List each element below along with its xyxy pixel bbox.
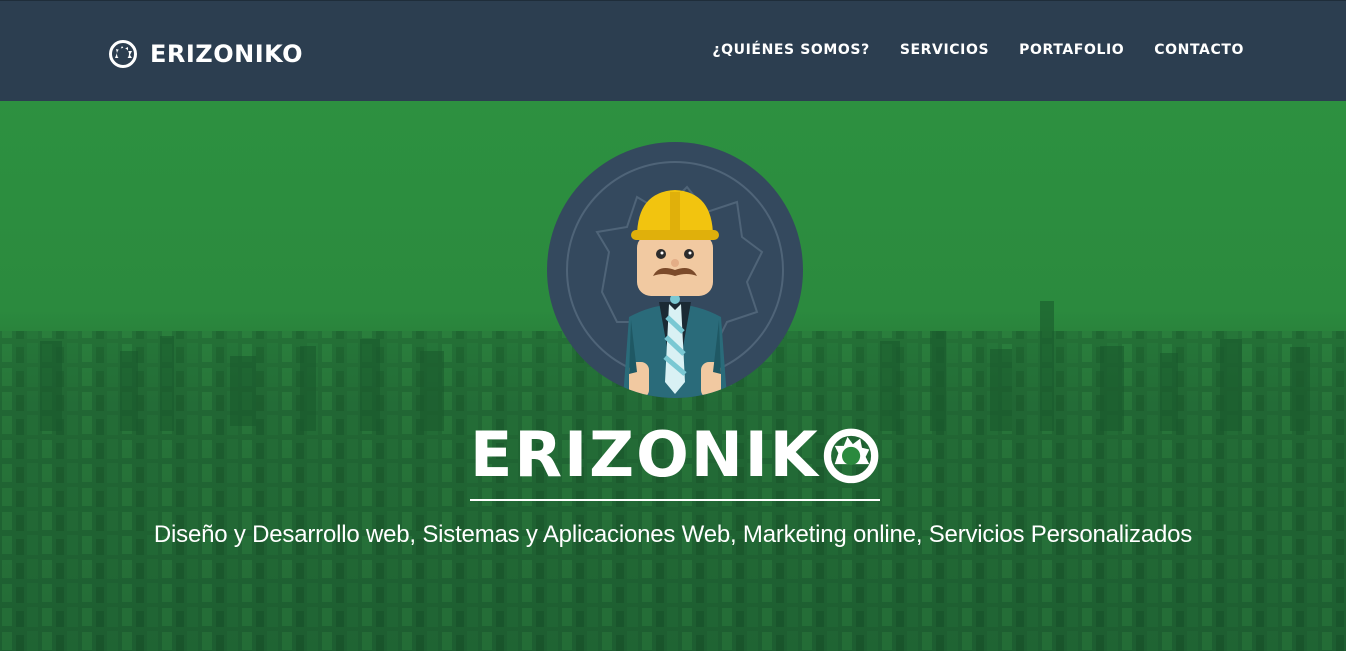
nav-link-quienes-somos[interactable]: ¿QUIÉNES SOMOS? bbox=[712, 42, 869, 58]
nav-item-contacto: CONTACTO bbox=[1154, 41, 1244, 59]
nav-item-portafolio: PORTAFOLIO bbox=[1019, 41, 1124, 59]
nav-item-servicios: SERVICIOS bbox=[900, 41, 989, 59]
construction-worker-avatar bbox=[547, 142, 803, 398]
hedgehog-o-icon bbox=[823, 428, 879, 484]
hero-divider bbox=[470, 499, 880, 501]
brand-link[interactable]: ERIZONIKO bbox=[108, 38, 303, 70]
hero-title-text: ERIZONIK bbox=[470, 418, 820, 491]
hedgehog-logo-icon bbox=[109, 40, 137, 68]
main-nav: ¿QUIÉNES SOMOS? SERVICIOS PORTAFOLIO CON… bbox=[712, 41, 1244, 59]
hero-title: ERIZONIK bbox=[470, 419, 880, 491]
nav-link-contacto[interactable]: CONTACTO bbox=[1154, 42, 1244, 58]
nav-link-servicios[interactable]: SERVICIOS bbox=[900, 42, 989, 58]
hero-section: ERIZONIK Diseño y Desarrollo web, Sistem… bbox=[0, 101, 1346, 651]
hero-subtitle: Diseño y Desarrollo web, Sistemas y Apli… bbox=[153, 521, 1193, 548]
brand-name: ERIZONIKO bbox=[150, 40, 304, 68]
nav-item-quienes-somos: ¿QUIÉNES SOMOS? bbox=[712, 41, 869, 59]
navbar: ERIZONIKO ¿QUIÉNES SOMOS? SERVICIOS PORT… bbox=[0, 0, 1346, 101]
nav-link-portafolio[interactable]: PORTAFOLIO bbox=[1019, 42, 1124, 58]
